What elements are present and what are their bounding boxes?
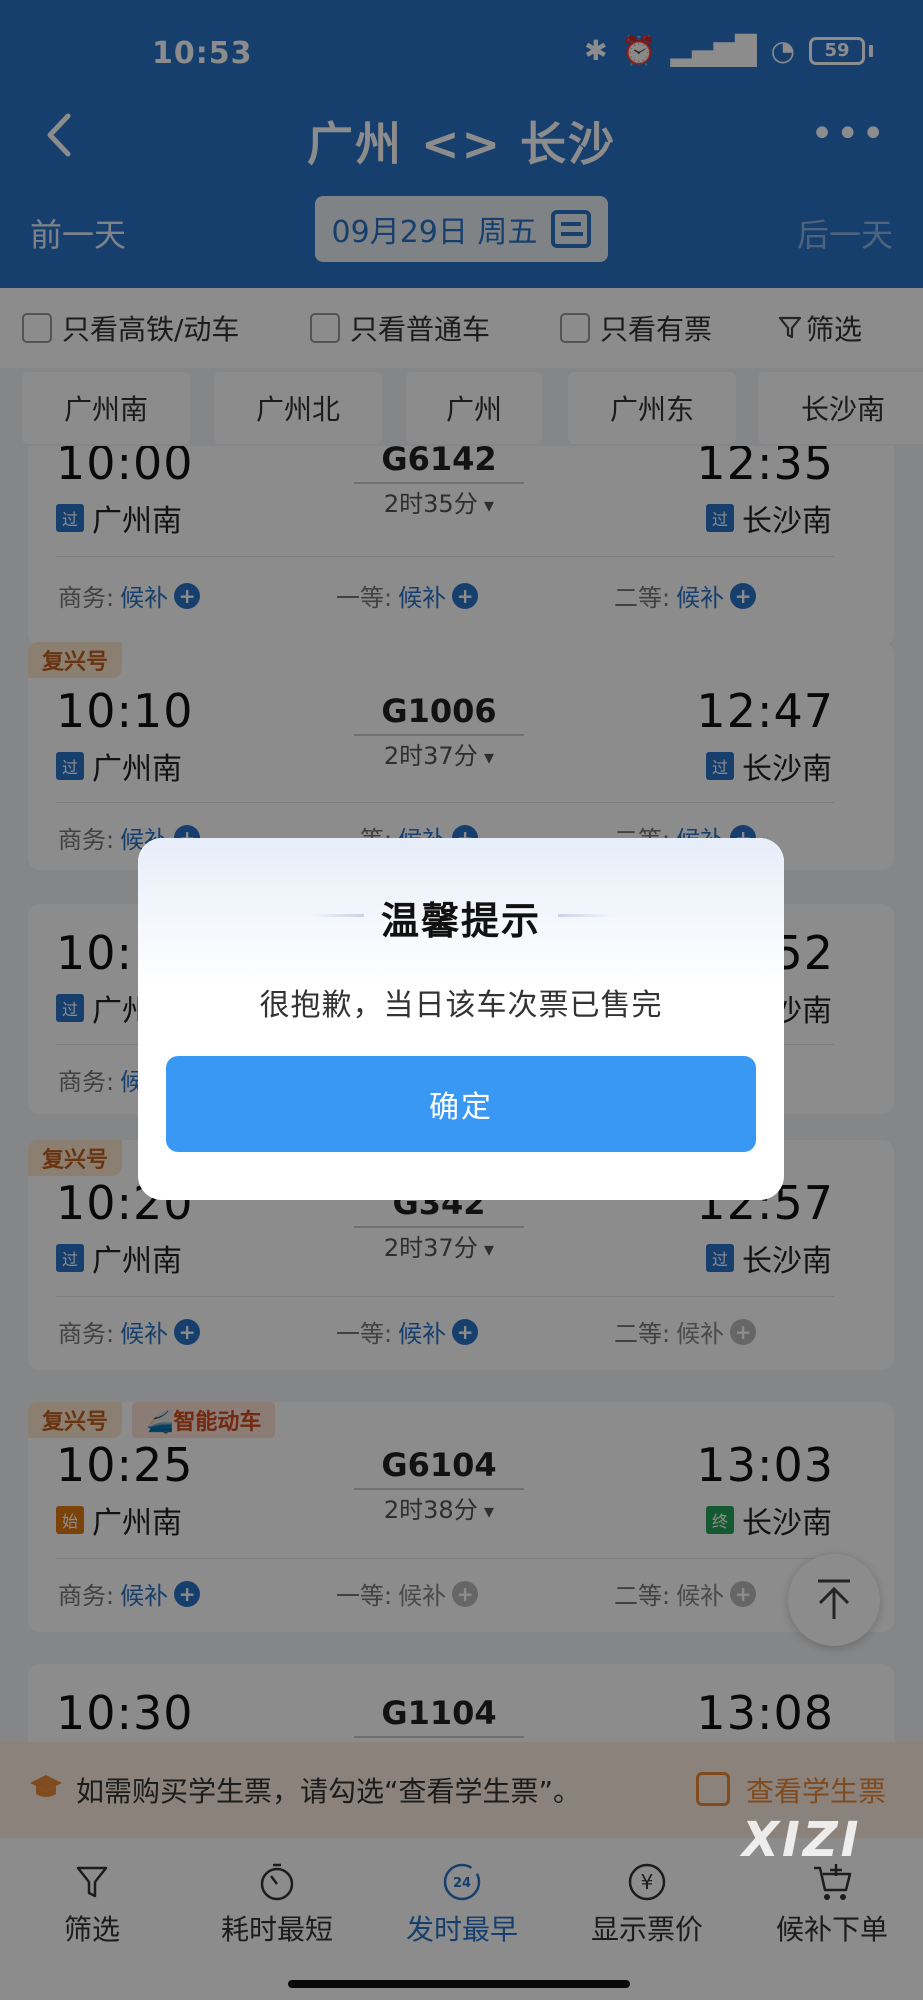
watermark: XIZI: [742, 1812, 862, 1868]
alert-dialog: 温馨提示 很抱歉，当日该车次票已售完 确定: [138, 838, 784, 1200]
dialog-title: 温馨提示: [380, 899, 541, 943]
confirm-button[interactable]: 确定: [166, 1056, 756, 1152]
dialog-message: 很抱歉，当日该车次票已售完: [259, 988, 663, 1023]
